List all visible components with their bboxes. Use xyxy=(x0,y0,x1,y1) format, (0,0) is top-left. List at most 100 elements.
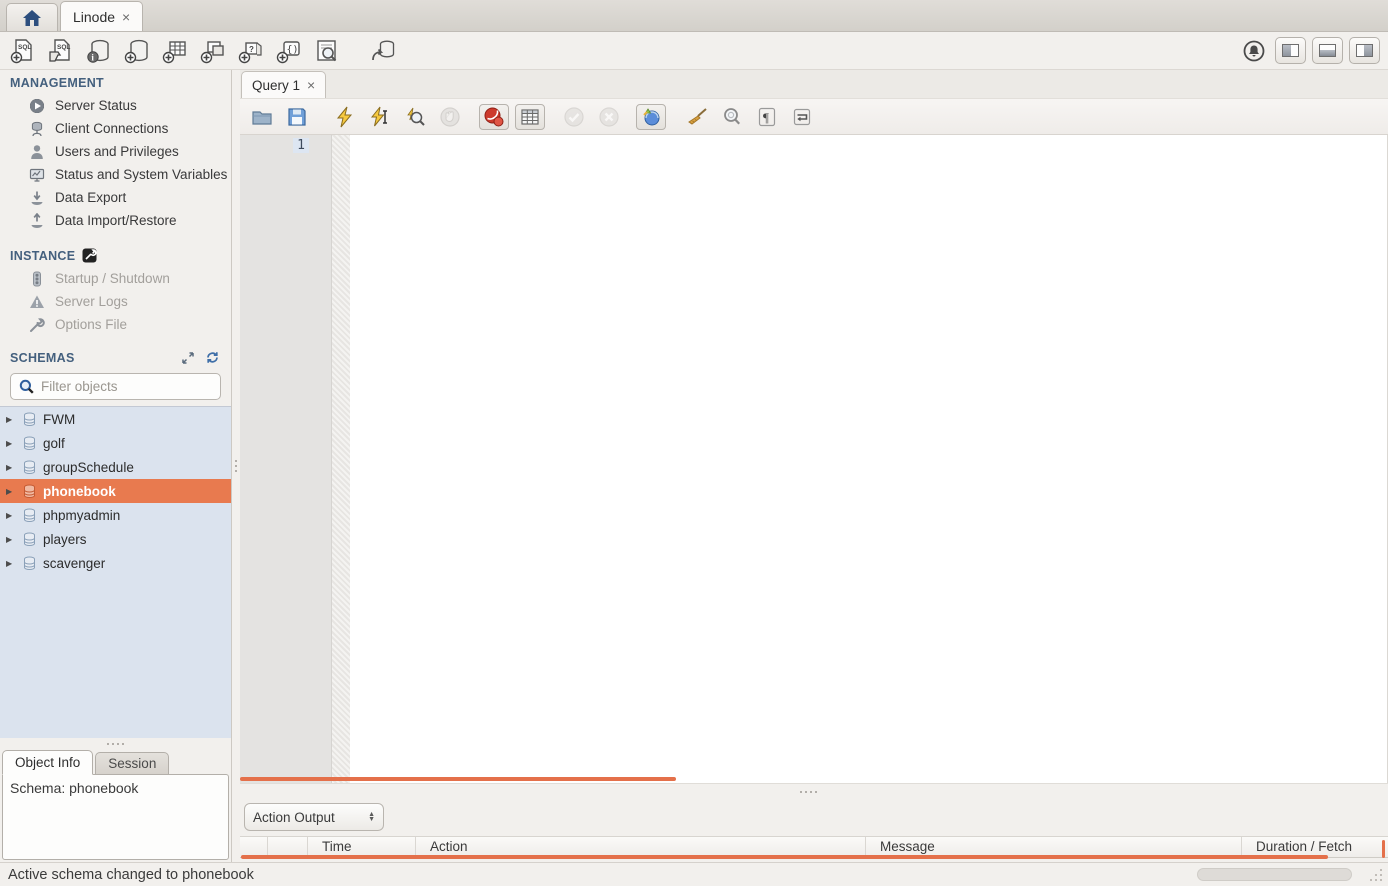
output-horizontal-scrollbar[interactable] xyxy=(241,855,1328,859)
notifications-button[interactable] xyxy=(1239,37,1269,65)
create-function-icon: {) xyxy=(276,38,302,64)
stop-icon xyxy=(439,106,461,128)
create-procedure-button[interactable]: ? xyxy=(236,37,266,65)
schema-filter-input[interactable] xyxy=(41,379,201,394)
expander-icon[interactable]: ▶ xyxy=(6,559,16,568)
toggle-left-sidebar-icon xyxy=(1282,44,1299,57)
expander-icon[interactable]: ▶ xyxy=(6,463,16,472)
stop-query-button[interactable] xyxy=(437,104,463,130)
search-table-data-button[interactable] xyxy=(312,37,342,65)
connection-tab-close-icon[interactable]: × xyxy=(122,10,130,24)
server-status-icon xyxy=(28,98,45,114)
query-tab-close-icon[interactable]: × xyxy=(307,78,315,92)
search-icon xyxy=(19,379,35,395)
execute-query-button[interactable] xyxy=(332,104,358,130)
output-vertical-scrollbar[interactable] xyxy=(1382,840,1385,858)
column-header-duration[interactable]: Duration / Fetch xyxy=(1242,837,1388,857)
toggle-output-area-button[interactable] xyxy=(1312,37,1343,64)
expand-schemas-button[interactable] xyxy=(179,351,197,365)
beautify-sql-button[interactable] xyxy=(684,104,710,130)
expander-icon[interactable]: ▶ xyxy=(6,511,16,520)
create-table-button[interactable] xyxy=(160,37,190,65)
execute-current-icon xyxy=(369,106,391,128)
toggle-stop-on-error-button[interactable] xyxy=(479,104,509,130)
sidebar-item-users-privileges[interactable]: Users and Privileges xyxy=(0,140,231,163)
schema-item[interactable]: ▶ players xyxy=(0,527,231,551)
execute-current-statement-button[interactable] xyxy=(367,104,393,130)
editor-horizontal-scrollbar[interactable] xyxy=(240,777,676,781)
explain-query-button[interactable] xyxy=(402,104,428,130)
schema-icon xyxy=(22,412,37,427)
schema-name: phonebook xyxy=(43,484,116,499)
toggle-left-sidebar-button[interactable] xyxy=(1275,37,1306,64)
toggle-right-sidebar-button[interactable] xyxy=(1349,37,1380,64)
save-script-button[interactable] xyxy=(284,104,310,130)
sidebar-splitter[interactable] xyxy=(0,738,231,749)
expander-icon[interactable]: ▶ xyxy=(6,487,16,496)
instance-section-title: INSTANCE xyxy=(0,242,231,267)
home-tab[interactable] xyxy=(6,3,58,31)
expander-icon[interactable]: ▶ xyxy=(6,415,16,424)
column-header[interactable] xyxy=(240,837,268,857)
tab-session[interactable]: Session xyxy=(95,752,169,775)
toggle-output-area-icon xyxy=(1319,44,1336,57)
column-header[interactable] xyxy=(268,837,308,857)
column-header-message[interactable]: Message xyxy=(866,837,1242,857)
toggle-autocommit-button[interactable] xyxy=(636,104,666,130)
options-file-icon xyxy=(28,317,45,333)
schema-item-selected[interactable]: ▶ phonebook xyxy=(0,479,231,503)
sql-editor[interactable]: 1 xyxy=(240,135,1388,783)
reconnect-dbms-button[interactable] xyxy=(368,37,398,65)
schema-item[interactable]: ▶ phpmyadmin xyxy=(0,503,231,527)
sidebar-item-data-export[interactable]: Data Export xyxy=(0,186,231,209)
window-resize-grip[interactable] xyxy=(1368,867,1384,883)
sidebar-main-splitter[interactable] xyxy=(232,70,240,862)
expander-icon[interactable]: ▶ xyxy=(6,535,16,544)
connection-tab[interactable]: Linode × xyxy=(60,1,143,31)
schema-inspector-button[interactable]: i xyxy=(84,37,114,65)
column-header-time[interactable]: Time xyxy=(308,837,416,857)
sidebar-item-system-variables[interactable]: Status and System Variables xyxy=(0,163,231,186)
statusbar-scrollbar-thumb[interactable] xyxy=(1197,868,1352,881)
sidebar-item-label: Server Logs xyxy=(55,294,128,309)
editor-output-splitter[interactable] xyxy=(240,783,1388,800)
open-folder-icon xyxy=(251,106,273,128)
schema-item[interactable]: ▶ scavenger xyxy=(0,551,231,575)
sidebar-item-server-logs[interactable]: Server Logs xyxy=(0,290,231,313)
editor-text-area[interactable] xyxy=(350,135,1387,783)
query-tab[interactable]: Query 1 × xyxy=(241,71,326,98)
schema-item[interactable]: ▶ golf xyxy=(0,431,231,455)
new-sql-tab-button[interactable]: SQL xyxy=(8,37,38,65)
open-script-button[interactable] xyxy=(249,104,275,130)
refresh-schemas-button[interactable] xyxy=(203,350,221,365)
object-info-text: Schema: phonebook xyxy=(10,780,138,796)
create-view-button[interactable] xyxy=(198,37,228,65)
sidebar-item-startup-shutdown[interactable]: Startup / Shutdown xyxy=(0,267,231,290)
column-header-action[interactable]: Action xyxy=(416,837,866,857)
sidebar-item-label: Status and System Variables xyxy=(55,167,227,182)
sidebar-item-options-file[interactable]: Options File xyxy=(0,313,231,336)
create-function-button[interactable]: {) xyxy=(274,37,304,65)
sidebar-item-client-connections[interactable]: Client Connections xyxy=(0,117,231,140)
broom-icon xyxy=(686,106,708,128)
toggle-word-wrap-button[interactable] xyxy=(789,104,815,130)
sidebar-item-server-status[interactable]: Server Status xyxy=(0,94,231,117)
commit-button[interactable] xyxy=(561,104,587,130)
home-icon xyxy=(22,9,42,27)
open-sql-script-button[interactable]: SQL xyxy=(46,37,76,65)
schema-filter[interactable] xyxy=(10,373,221,400)
sidebar-item-data-import[interactable]: Data Import/Restore xyxy=(0,209,231,232)
schema-item[interactable]: ▶ groupSchedule xyxy=(0,455,231,479)
find-button[interactable] xyxy=(719,104,745,130)
output-view-selector[interactable]: Action Output ▲▼ xyxy=(244,803,384,831)
expander-icon[interactable]: ▶ xyxy=(6,439,16,448)
schema-item[interactable]: ▶ FWM xyxy=(0,407,231,431)
schema-name: golf xyxy=(43,436,65,451)
toggle-limit-rows-button[interactable] xyxy=(515,104,545,130)
toggle-invisibles-button[interactable]: ¶ xyxy=(754,104,780,130)
rollback-button[interactable] xyxy=(596,104,622,130)
schema-icon xyxy=(22,508,37,523)
create-schema-button[interactable] xyxy=(122,37,152,65)
svg-text:{): {) xyxy=(287,44,299,55)
tab-object-info[interactable]: Object Info xyxy=(2,750,93,775)
